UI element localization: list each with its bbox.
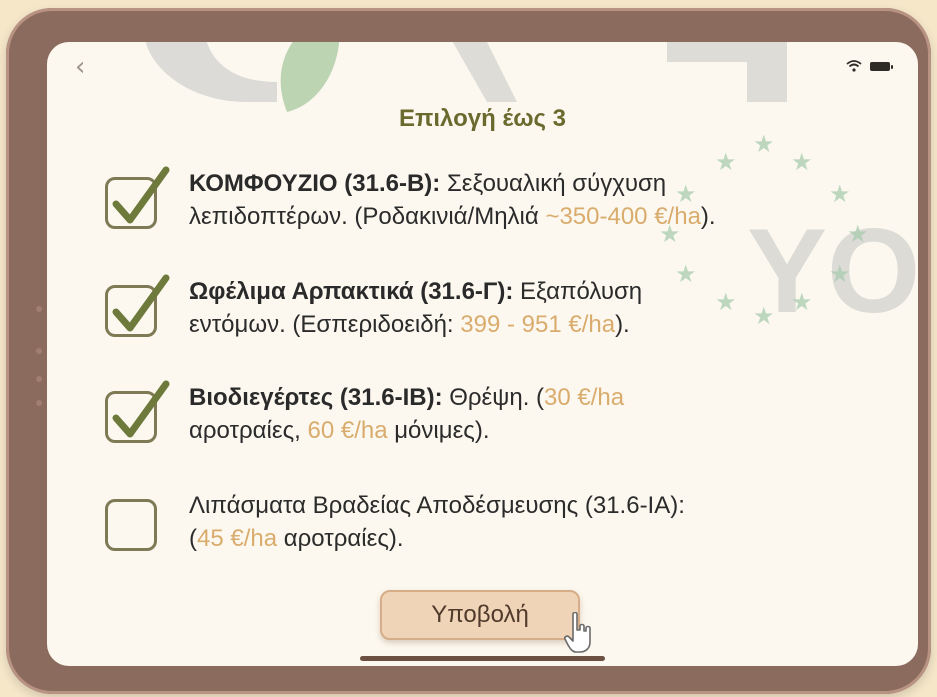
checkmark-icon: [112, 380, 170, 438]
option-text: Ωφέλιμα Αρπακτικά (31.6-Γ): Εξαπόλυση εν…: [189, 278, 643, 338]
pointer-cursor-icon: [564, 612, 591, 653]
price-label: 399 - 951 €/ha: [460, 311, 616, 338]
submit-button[interactable]: Υποβολή: [380, 590, 580, 640]
side-button: [36, 348, 42, 354]
price-label: 60 €/ha: [307, 417, 388, 444]
wifi-icon: [846, 60, 862, 72]
battery-icon: [870, 61, 893, 71]
side-button: [36, 306, 42, 312]
watermark-logo: YOU ★★★ ★★ ★★ ★★ ★★★: [145, 42, 918, 338]
option-text: Λιπάσματα Βραδείας Αποδέσμευσης (31.6-ΙΑ…: [189, 492, 685, 552]
checkbox-unchecked[interactable]: [105, 499, 157, 551]
side-button: [36, 400, 42, 406]
tablet-screen: YOU ★★★ ★★ ★★ ★★ ★★★ ‹ Επιλογή έως 3 ΚΟΜ…: [47, 42, 918, 666]
checkmark-icon: [112, 166, 170, 224]
back-chevron-icon[interactable]: ‹: [75, 54, 85, 80]
price-label: ~350-400 €/ha: [545, 203, 701, 230]
side-button: [36, 376, 42, 382]
page-title: Επιλογή έως 3: [398, 105, 567, 132]
home-indicator: [360, 656, 605, 661]
status-bar: [846, 60, 893, 72]
svg-text:★: ★: [753, 130, 775, 158]
checkbox-checked[interactable]: [105, 274, 170, 337]
checkbox-checked[interactable]: [105, 166, 170, 229]
checkbox-checked[interactable]: [105, 380, 170, 443]
checkmark-icon: [112, 274, 170, 332]
price-label: 30 €/ha: [544, 384, 625, 411]
option-text: ΚΟΜΦΟΥΖΙΟ (31.6-Β): Σεξουαλική σύγχυση λ…: [189, 170, 716, 230]
option-text: Βιοδιεγέρτες (31.6-ΙΒ): Θρέψη. (30 €/ha …: [189, 384, 625, 444]
price-label: 45 €/ha: [197, 525, 278, 552]
